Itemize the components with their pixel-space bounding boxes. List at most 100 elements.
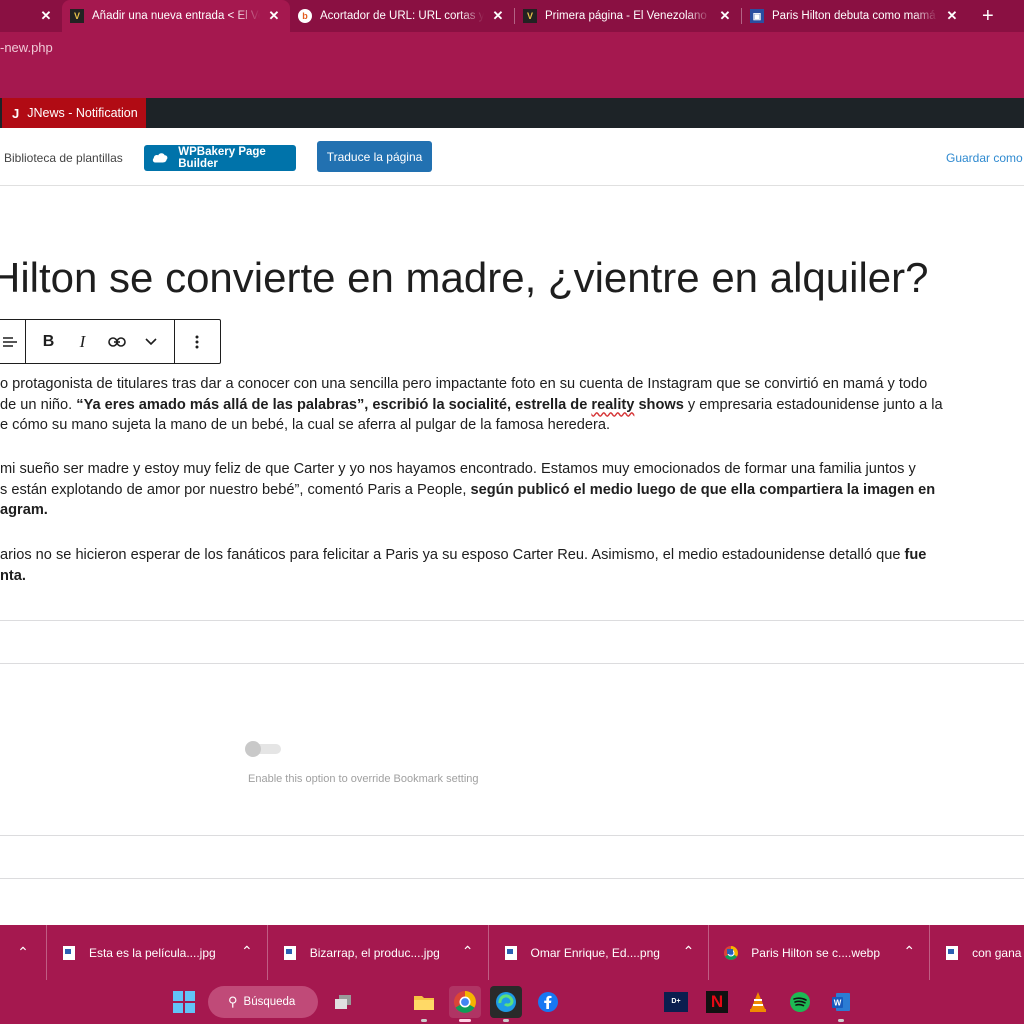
tab-close-icon[interactable]: ✕ (717, 8, 733, 24)
translate-page-button[interactable]: Traduce la página (317, 141, 432, 172)
tab-url-shortener[interactable]: b Acortador de URL: URL cortas y a ✕ (290, 0, 514, 32)
paragraph-block-3[interactable]: arios no se hicieron esperar de los faná… (0, 545, 1024, 586)
chrome-taskbar-icon[interactable] (449, 986, 481, 1022)
word-icon[interactable]: W (825, 986, 857, 1022)
block-toolbar: B I (0, 319, 221, 364)
url-text: -new.php (0, 39, 53, 55)
site-favicon-icon: V (70, 9, 84, 23)
post-title[interactable]: Hilton se convierte en madre, ¿vientre e… (0, 254, 928, 302)
chevron-up-icon[interactable]: ⌃ (903, 943, 915, 960)
paragraph-block-1[interactable]: o protagonista de titulares tras dar a c… (0, 374, 1024, 436)
templates-library-link[interactable]: Biblioteca de plantillas (4, 151, 123, 165)
address-bar[interactable]: -new.php (0, 32, 1024, 62)
jnews-logo-icon: J (12, 105, 20, 121)
news-favicon-icon: ▣ (750, 9, 764, 23)
tab-add-new-post[interactable]: V Añadir una nueva entrada < El Venezola… (62, 0, 290, 32)
download-item[interactable]: Esta es la película....jpg ⌃ (47, 925, 268, 980)
paragraph-line: s están explotando de amor por nuestro b… (0, 480, 1024, 501)
link-icon[interactable] (100, 320, 134, 363)
divider (0, 878, 1024, 879)
chevron-down-icon[interactable] (134, 320, 168, 363)
download-filename: Bizarrap, el produc....jpg (309, 945, 440, 960)
paragraph-line: e cómo su mano sujeta la mano de un bebé… (0, 417, 611, 433)
image-file-icon (283, 945, 296, 960)
bold-button[interactable]: B (32, 320, 66, 363)
download-filename: Esta es la película....jpg (88, 945, 216, 960)
bold-text: fue (904, 547, 927, 563)
chevron-up-icon[interactable]: ⌃ (241, 943, 253, 960)
tab-title: Añadir una nueva entrada < El Venezolano (92, 10, 260, 22)
vlc-icon[interactable] (742, 986, 774, 1018)
image-file-icon (504, 945, 517, 960)
tab-close-icon[interactable]: ✕ (266, 8, 282, 24)
jnews-notification-menu[interactable]: J JNews - Notification (2, 98, 146, 128)
download-filename: Omar Enrique, Ed....png (530, 945, 660, 960)
tab-close-icon[interactable]: ✕ (38, 8, 54, 24)
downloads-bar: ⌃ Esta es la película....jpg ⌃ Bizarrap,… (0, 925, 1024, 980)
tab-close-icon[interactable]: ✕ (944, 8, 960, 24)
bookmark-override-help: Enable this option to override Bookmark … (248, 773, 479, 785)
facebook-icon[interactable] (532, 986, 564, 1018)
divider (0, 835, 1024, 836)
text-run: s están explotando de amor por nuestro b… (0, 481, 471, 498)
browser-tab-strip: ✕ V Añadir una nueva entrada < El Venezo… (0, 0, 1024, 32)
chrome-icon (724, 945, 739, 960)
download-item[interactable]: Paris Hilton se c....webp ⌃ (709, 925, 931, 980)
italic-button[interactable]: I (66, 320, 100, 363)
spotify-icon[interactable] (784, 986, 816, 1018)
tab-title: Paris Hilton debuta como mamá (772, 10, 936, 22)
bold-text: shows (634, 396, 684, 413)
windows-start-icon[interactable] (172, 986, 196, 1018)
new-tab-plus-icon[interactable]: + (982, 6, 994, 26)
download-item[interactable]: con gana (930, 925, 1024, 980)
wpbakery-label: WPBakery Page Builder (178, 146, 266, 170)
tab-title: Primera página - El Venezolano N (545, 10, 711, 22)
edge-icon[interactable] (490, 986, 522, 1022)
search-icon: ⚲ (228, 994, 238, 1009)
site-favicon-icon: V (523, 9, 537, 23)
tab-front-page[interactable]: V Primera página - El Venezolano N ✕ (515, 0, 741, 32)
image-file-icon (62, 945, 75, 960)
misspelled-word: reality (591, 396, 635, 413)
file-explorer-icon[interactable] (408, 986, 440, 1022)
wp-admin-bar (0, 98, 1024, 128)
tab-close-icon[interactable]: ✕ (490, 8, 506, 24)
paragraph-line: de un niño. “Ya eres amado más allá de l… (0, 395, 1024, 416)
task-view-icon[interactable] (327, 986, 359, 1018)
text-run: arios no se hicieron esperar de los faná… (0, 547, 905, 563)
align-icon[interactable] (0, 320, 25, 363)
download-item[interactable]: Bizarrap, el produc....jpg ⌃ (268, 925, 489, 980)
chevron-up-icon[interactable]: ⌃ (683, 943, 695, 960)
download-filename: Paris Hilton se c....webp (751, 945, 881, 960)
search-label: Búsqueda (243, 996, 296, 1008)
paragraph-block-2[interactable]: mi sueño ser madre y estoy muy feliz de … (0, 459, 1024, 521)
windows-taskbar: ⚲ Búsqueda D+ N W (0, 980, 1024, 1024)
text-run: y empresaria estadounidense junto a la (683, 396, 943, 413)
text-run: de un niño. (0, 396, 77, 413)
download-item[interactable]: Omar Enrique, Ed....png ⌃ (489, 925, 710, 980)
netflix-icon[interactable]: N (701, 986, 733, 1018)
bold-text: nta. (0, 567, 26, 584)
chevron-up-icon[interactable]: ⌃ (462, 943, 474, 960)
taskbar-search[interactable]: ⚲ Búsqueda (208, 986, 318, 1018)
image-file-icon (946, 945, 959, 960)
download-filename: con gana (972, 945, 1022, 960)
wpbakery-button[interactable]: WPBakery Page Builder (144, 145, 296, 171)
more-options-icon[interactable] (174, 320, 220, 363)
paragraph-line: o protagonista de titulares tras dar a c… (0, 376, 928, 392)
divider (0, 620, 1024, 621)
tab-paris-hilton[interactable]: ▣ Paris Hilton debuta como mamá ✕ (742, 0, 968, 32)
tab-0[interactable]: ✕ (0, 0, 62, 32)
bookmark-override-toggle[interactable] (245, 741, 281, 757)
chevron-up-icon[interactable]: ⌃ (0, 925, 47, 980)
wpbakery-cloud-icon (152, 153, 168, 163)
paragraph-line: arios no se hicieron esperar de los faná… (0, 545, 1024, 566)
svg-text:W: W (834, 999, 842, 1008)
bitly-favicon-icon: b (298, 9, 312, 23)
save-draft-link[interactable]: Guardar como (946, 151, 1023, 165)
disney-plus-icon[interactable]: D+ (660, 986, 692, 1018)
toggle-knob (245, 741, 261, 757)
bookmarks-bar (0, 62, 1024, 98)
bold-text: agram. (0, 502, 48, 518)
paragraph-line: mi sueño ser madre y estoy muy feliz de … (0, 461, 916, 477)
